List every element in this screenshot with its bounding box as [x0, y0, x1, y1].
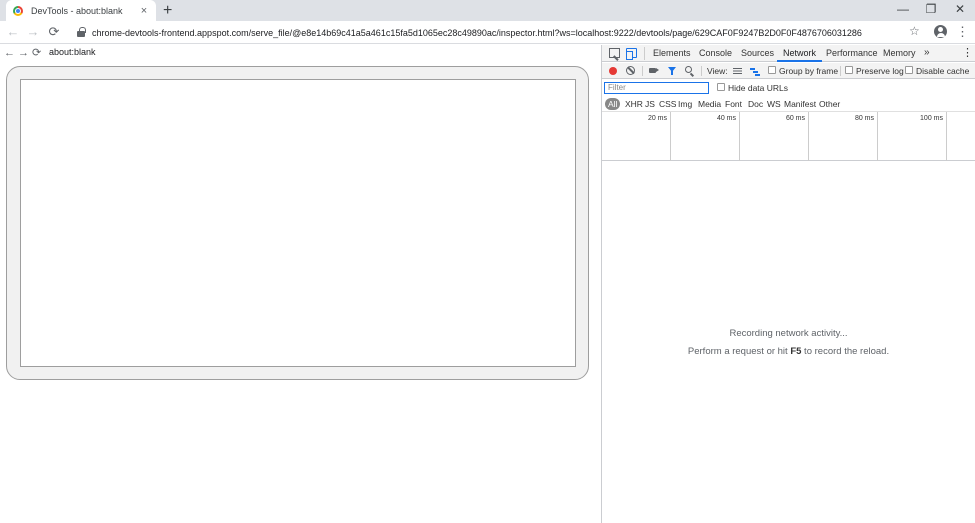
divider — [642, 66, 643, 76]
device-screen[interactable] — [20, 79, 576, 367]
filter-input[interactable]: Filter — [604, 82, 709, 94]
network-toolbar: View: Group by frame Preserve log Disabl… — [602, 63, 975, 79]
tab-close-icon[interactable]: × — [138, 5, 150, 17]
type-all[interactable]: All — [605, 98, 621, 110]
browser-menu-icon[interactable]: ⋮ — [956, 24, 969, 40]
type-media[interactable]: Media — [698, 98, 721, 110]
record-icon[interactable] — [609, 67, 617, 75]
tab-strip: DevTools - about:blank × + — ❐ ✕ — [0, 0, 975, 21]
capture-screenshots-icon[interactable] — [649, 68, 659, 73]
more-tabs-icon[interactable]: » — [924, 45, 930, 61]
devtools-panel: Elements Console Sources Network Perform… — [601, 45, 975, 523]
timeline-tick: 100 ms — [878, 112, 947, 161]
preserve-log-label: Preserve log — [856, 66, 904, 76]
timeline-tick: 40 ms — [671, 112, 740, 161]
type-ws[interactable]: WS — [767, 98, 781, 110]
minimize-button[interactable]: — — [889, 0, 917, 21]
page-forward-button[interactable]: → — [18, 45, 29, 61]
divider — [840, 66, 841, 76]
tab-sources[interactable]: Sources — [741, 45, 774, 62]
clear-icon[interactable] — [626, 66, 635, 75]
hide-data-urls-checkbox[interactable] — [717, 83, 725, 91]
page-back-button[interactable]: ← — [4, 45, 15, 61]
hide-data-urls-label: Hide data URLs — [728, 83, 789, 93]
tab-console[interactable]: Console — [699, 45, 732, 62]
large-request-rows-icon[interactable] — [733, 68, 742, 74]
filter-icon[interactable] — [668, 67, 676, 75]
tab-performance[interactable]: Performance — [826, 45, 878, 62]
url-text[interactable]: chrome-devtools-frontend.appspot.com/ser… — [92, 28, 862, 38]
page-address[interactable]: about:blank — [49, 47, 96, 57]
back-button[interactable]: ← — [4, 24, 22, 40]
f5-key: F5 — [790, 346, 802, 357]
disable-cache-label: Disable cache — [916, 66, 970, 76]
preserve-log-checkbox[interactable] — [845, 66, 853, 74]
devtools-menu-icon[interactable]: ⋮ — [962, 45, 973, 61]
type-js[interactable]: JS — [645, 98, 655, 110]
forward-button[interactable]: → — [24, 24, 42, 40]
emulated-page-toolbar: ← → ⟳ about:blank — [0, 45, 601, 61]
type-xhr[interactable]: XHR — [625, 98, 643, 110]
chrome-favicon-icon — [13, 5, 23, 16]
reload-button[interactable]: ⟳ — [45, 24, 63, 40]
filter-bar: Filter Hide data URLs — [602, 80, 975, 96]
tab-memory[interactable]: Memory — [883, 45, 916, 62]
inspect-element-icon[interactable] — [609, 48, 620, 58]
disable-cache-checkbox[interactable] — [905, 66, 913, 74]
type-font[interactable]: Font — [725, 98, 742, 110]
network-overview-timeline[interactable]: 20 ms 40 ms 60 ms 80 ms 100 ms — [602, 112, 975, 161]
tab-network[interactable]: Network — [777, 45, 823, 62]
devtools-tabbar: Elements Console Sources Network Perform… — [602, 45, 975, 62]
resource-type-filter: All XHR JS CSS Img Media Font Doc WS Man… — [602, 96, 975, 112]
reload-hint: Perform a request or hit F5 to record th… — [687, 346, 890, 357]
tab-elements[interactable]: Elements — [653, 45, 691, 62]
tab-title: DevTools - about:blank — [31, 5, 123, 16]
group-by-frame-checkbox[interactable] — [768, 66, 776, 74]
device-toolbar-icon[interactable] — [626, 48, 637, 60]
type-doc[interactable]: Doc — [748, 98, 763, 110]
timeline-tick: 80 ms — [809, 112, 878, 161]
group-by-frame-label: Group by frame — [779, 66, 839, 76]
device-frame — [6, 66, 589, 380]
timeline-tick: 20 ms — [602, 112, 671, 161]
browser-toolbar: ← → ⟳ chrome-devtools-frontend.appspot.c… — [0, 21, 975, 44]
restore-button[interactable]: ❐ — [917, 0, 945, 21]
bookmark-star-icon[interactable]: ☆ — [909, 24, 920, 38]
browser-tab[interactable]: DevTools - about:blank × — [6, 0, 156, 21]
overview-waterfall-icon[interactable] — [750, 67, 760, 76]
type-other[interactable]: Other — [819, 98, 840, 110]
address-bar[interactable]: chrome-devtools-frontend.appspot.com/ser… — [73, 24, 905, 41]
page-reload-button[interactable]: ⟳ — [32, 45, 41, 61]
type-css[interactable]: CSS — [659, 98, 676, 110]
divider — [701, 66, 702, 76]
recording-status: Recording network activity... — [729, 328, 848, 339]
type-img[interactable]: Img — [678, 98, 692, 110]
divider — [644, 47, 645, 60]
type-manifest[interactable]: Manifest — [784, 98, 816, 110]
lock-icon — [77, 27, 86, 37]
close-window-button[interactable]: ✕ — [946, 0, 974, 21]
profile-avatar-icon[interactable] — [934, 25, 947, 38]
search-icon[interactable] — [685, 66, 692, 73]
view-label: View: — [707, 66, 728, 76]
timeline-tick: 60 ms — [740, 112, 809, 161]
new-tab-button[interactable]: + — [163, 1, 172, 20]
